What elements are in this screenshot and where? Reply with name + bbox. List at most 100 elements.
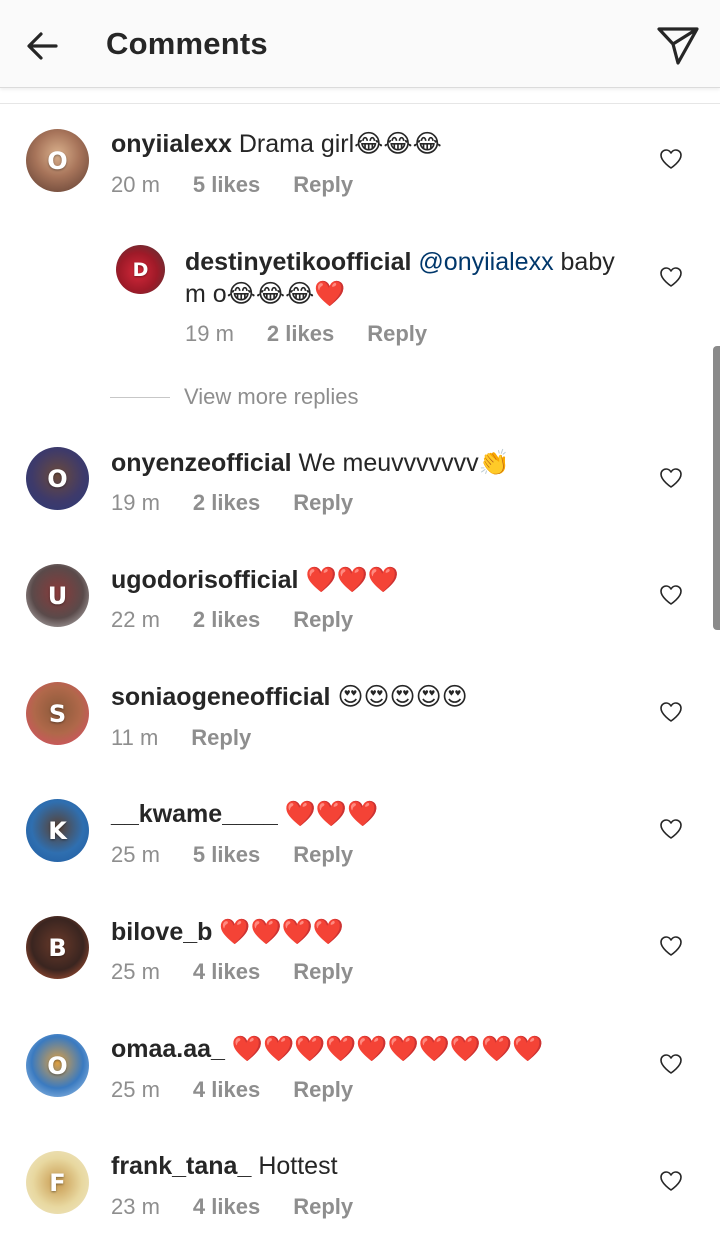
heart-outline-icon <box>660 819 682 839</box>
likes-count[interactable]: 4 likes <box>193 959 260 984</box>
arrow-left-icon <box>27 32 58 60</box>
comment-time: 23 m <box>111 1194 160 1219</box>
likes-count[interactable]: 4 likes <box>193 1194 260 1219</box>
like-button[interactable] <box>656 1166 686 1196</box>
avatar[interactable]: F <box>26 1151 89 1214</box>
scrollbar[interactable] <box>713 346 720 630</box>
comment-meta: 22 m 2 likes Reply <box>111 607 386 633</box>
page-title: Comments <box>106 26 268 61</box>
comment-body: Hottest <box>258 1152 338 1180</box>
comment-username[interactable]: onyiialexx <box>111 130 232 158</box>
comment-text: soniaogeneofficial 😍😍😍😍😍 <box>111 681 468 713</box>
top-bar: Comments <box>0 0 720 88</box>
like-button[interactable] <box>656 463 686 493</box>
comment-meta: 25 m 4 likes Reply <box>111 1077 386 1103</box>
heart-outline-icon <box>660 585 682 605</box>
comment-meta: 25 m 5 likes Reply <box>111 842 386 868</box>
comment-username[interactable]: __kwame____ <box>111 800 278 828</box>
reply-button[interactable]: Reply <box>293 172 353 197</box>
likes-count[interactable]: 2 likes <box>193 607 260 632</box>
reply-button[interactable]: Reply <box>293 490 353 515</box>
heart-outline-icon <box>660 702 682 722</box>
comment-body: baby <box>553 248 615 276</box>
comment-text: omaa.aa_ ❤️❤️❤️❤️❤️❤️❤️❤️❤️❤️ <box>111 1033 543 1065</box>
back-button[interactable] <box>20 24 64 68</box>
comment-body: 😍😍😍😍😍 <box>337 683 468 711</box>
comment-body: ❤️❤️❤️ <box>305 566 399 594</box>
avatar[interactable]: B <box>26 916 89 979</box>
comment-username[interactable]: frank_tana_ <box>111 1152 251 1180</box>
likes-count[interactable]: 2 likes <box>193 490 260 515</box>
comment-meta: 19 m 2 likes Reply <box>111 490 386 516</box>
likes-count[interactable]: 2 likes <box>267 321 334 346</box>
comment-username[interactable]: omaa.aa_ <box>111 1035 225 1063</box>
like-button[interactable] <box>656 814 686 844</box>
reply-button[interactable]: Reply <box>367 321 427 346</box>
avatar[interactable]: D <box>116 245 165 294</box>
avatar[interactable]: K <box>26 799 89 862</box>
reply-button[interactable]: Reply <box>293 959 353 984</box>
heart-outline-icon <box>660 1054 682 1074</box>
comment-username[interactable]: onyenzeofficial <box>111 449 292 477</box>
avatar[interactable]: O <box>26 1034 89 1097</box>
comment-text: ugodorisofficial ❤️❤️❤️ <box>111 564 399 596</box>
share-button[interactable] <box>652 22 704 70</box>
replies-rule <box>110 396 170 398</box>
comment-username[interactable]: destinyetikoofficial <box>185 248 411 276</box>
avatar[interactable]: O <box>26 447 89 510</box>
comment-time: 22 m <box>111 607 160 632</box>
comment-username[interactable]: ugodorisofficial <box>111 566 299 594</box>
like-button[interactable] <box>656 144 686 174</box>
comment-meta: 23 m 4 likes Reply <box>111 1194 386 1220</box>
heart-outline-icon <box>660 936 682 956</box>
comment-username[interactable]: soniaogeneofficial <box>111 683 330 711</box>
comment-text: destinyetikoofficial @onyiialexx baby <box>185 246 615 278</box>
like-button[interactable] <box>656 697 686 727</box>
comment-time: 11 m <box>111 725 159 750</box>
heart-outline-icon <box>660 149 682 169</box>
comment-time: 19 m <box>111 490 160 515</box>
like-button[interactable] <box>656 580 686 610</box>
likes-count[interactable]: 4 likes <box>193 1077 260 1102</box>
view-more-label: View more replies <box>184 384 359 409</box>
reply-button[interactable]: Reply <box>191 725 251 750</box>
comment-body: ❤️❤️❤️❤️ <box>219 918 344 946</box>
likes-count[interactable]: 5 likes <box>193 172 260 197</box>
comment-time: 25 m <box>111 959 160 984</box>
comment-time: 19 m <box>185 321 234 346</box>
comment-meta: 20 m 5 likes Reply <box>111 172 386 198</box>
avatar[interactable]: U <box>26 564 89 627</box>
comment-text-continued: m o😂😂😂❤️ <box>185 280 346 308</box>
comment-username[interactable]: bilove_b <box>111 918 212 946</box>
paper-plane-icon <box>657 27 699 65</box>
view-more-replies[interactable]: View more replies <box>110 382 358 412</box>
comment-text: onyenzeofficial We meuvvvvvvv👏 <box>111 447 510 479</box>
comment-body: ❤️❤️❤️❤️❤️❤️❤️❤️❤️❤️ <box>231 1035 544 1063</box>
heart-outline-icon <box>660 468 682 488</box>
comment-meta: 11 m Reply <box>111 725 284 751</box>
reply-button[interactable]: Reply <box>293 842 353 867</box>
comment-time: 25 m <box>111 1077 160 1102</box>
likes-count[interactable]: 5 likes <box>193 842 260 867</box>
reply-button[interactable]: Reply <box>293 607 353 632</box>
heart-outline-icon <box>660 1171 682 1191</box>
reply-button[interactable]: Reply <box>293 1194 353 1219</box>
comment-time: 20 m <box>111 172 160 197</box>
heart-outline-icon <box>660 267 682 287</box>
like-button[interactable] <box>656 931 686 961</box>
comment-text: frank_tana_ Hottest <box>111 1150 338 1182</box>
avatar[interactable]: O <box>26 129 89 192</box>
avatar[interactable]: S <box>26 682 89 745</box>
comment-meta: 19 m 2 likes Reply <box>185 321 460 347</box>
comment-time: 25 m <box>111 842 160 867</box>
reply-button[interactable]: Reply <box>293 1077 353 1102</box>
like-button[interactable] <box>656 1049 686 1079</box>
comment-body: Drama girl😂😂😂 <box>238 130 442 158</box>
comment-text: onyiialexx Drama girl😂😂😂 <box>111 128 442 160</box>
comment-body: We meuvvvvvvv👏 <box>298 449 510 477</box>
comment-meta: 25 m 4 likes Reply <box>111 959 386 985</box>
comment-text: bilove_b ❤️❤️❤️❤️ <box>111 916 344 948</box>
mention-link[interactable]: @onyiialexx <box>418 248 553 276</box>
comment-text: __kwame____ ❤️❤️❤️ <box>111 798 378 830</box>
like-button[interactable] <box>656 262 686 292</box>
